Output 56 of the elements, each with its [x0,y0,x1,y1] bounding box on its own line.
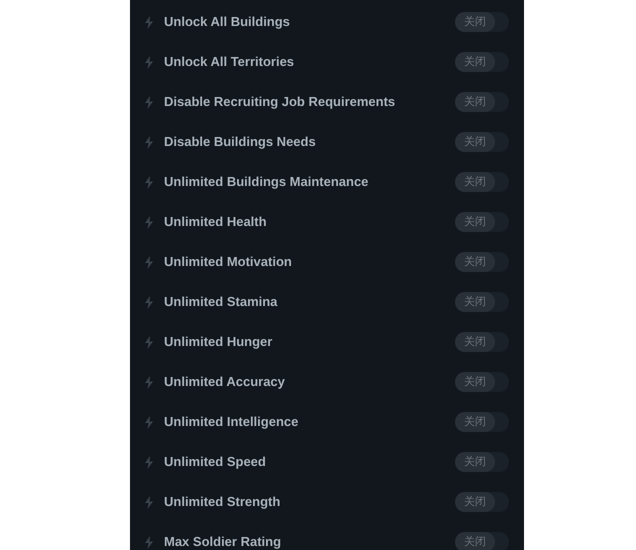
lightning-icon [144,96,154,108]
toggle-switch[interactable]: 关闭 [455,252,509,272]
lightning-icon [144,56,154,68]
toggle-state: 关闭 [455,412,495,432]
toggle-switch[interactable]: 关闭 [455,132,509,152]
toggle-switch[interactable]: 关闭 [455,532,509,550]
option-label: Unlimited Motivation [164,253,293,272]
toggle-switch[interactable]: 关闭 [455,332,509,352]
lightning-icon [144,376,154,388]
toggle-state: 关闭 [455,172,495,192]
option-label: Max Soldier Rating [164,533,282,550]
toggle-switch[interactable]: 关闭 [455,12,509,32]
toggle-state: 关闭 [455,92,495,112]
lightning-icon [144,16,154,28]
lightning-icon [144,536,154,548]
option-label: Unlock All Buildings [164,13,291,32]
lightning-icon [144,296,154,308]
option-label: Unlimited Buildings Maintenance [164,173,370,192]
toggle-state: 关闭 [455,12,495,32]
toggle-state: 关闭 [455,252,495,272]
lightning-icon [144,336,154,348]
toggle-switch[interactable]: 关闭 [455,52,509,72]
lightning-icon [144,496,154,508]
option-label: Unlimited Health [164,213,268,232]
toggle-state: 关闭 [455,492,495,512]
toggle-state: 关闭 [455,452,495,472]
lightning-icon [144,256,154,268]
toggle-switch[interactable]: 关闭 [455,492,509,512]
toggle-state: 关闭 [455,52,495,72]
option-label: Unlock All Territories [164,53,296,72]
lightning-icon [144,416,154,428]
option-label: Unlimited Hunger [164,333,274,352]
toggle-state: 关闭 [455,132,495,152]
lightning-icon [144,136,154,148]
toggle-switch[interactable]: 关闭 [455,172,509,192]
option-label: Disable Recruiting Job Requirements [164,93,396,112]
option-label: Unlimited Stamina [164,293,278,312]
lightning-icon [144,456,154,468]
toggle-switch[interactable]: 关闭 [455,412,509,432]
toggle-switch[interactable]: 关闭 [455,92,509,112]
toggle-switch[interactable]: 关闭 [455,212,509,232]
toggle-state: 关闭 [455,532,495,550]
lightning-icon [144,176,154,188]
toggle-switch[interactable]: 关闭 [455,452,509,472]
option-label: Unlimited Intelligence [164,413,300,432]
lightning-icon [144,216,154,228]
option-label: Unlimited Accuracy [164,373,286,392]
toggle-state: 关闭 [455,372,495,392]
toggle-state: 关闭 [455,332,495,352]
toggle-switch[interactable]: 关闭 [455,292,509,312]
option-label: Unlimited Speed [164,453,267,472]
toggle-switch[interactable]: 关闭 [455,372,509,392]
option-label: Disable Buildings Needs [164,133,317,152]
option-label: Unlimited Strength [164,493,282,512]
toggle-state: 关闭 [455,212,495,232]
toggle-state: 关闭 [455,292,495,312]
